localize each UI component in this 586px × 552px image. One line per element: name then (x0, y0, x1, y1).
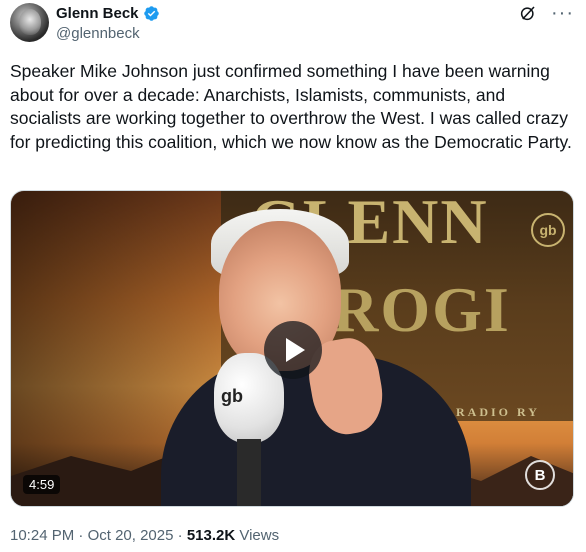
play-icon (286, 338, 305, 362)
views-label: Views (239, 527, 280, 544)
verified-badge-icon (143, 6, 159, 21)
author-display-name[interactable]: Glenn Beck (56, 5, 139, 22)
author-name-row: Glenn Beck (56, 5, 160, 22)
channel-watermark-icon: B (525, 460, 555, 490)
microphone-logo: gb (221, 386, 243, 406)
post-time[interactable]: 10:24 PM (10, 527, 74, 544)
video-duration: 4:59 (23, 475, 61, 494)
grok-icon[interactable] (519, 4, 537, 22)
top-actions: ··· (519, 3, 574, 23)
video-player[interactable]: GLENN PROGI RADIO RY gb gb 4:59 B (10, 190, 574, 507)
play-button[interactable] (264, 321, 322, 379)
more-options-icon[interactable]: ··· (551, 3, 574, 23)
tweet-card: Glenn Beck @glennbeck ··· Speaker Mike J… (0, 0, 586, 552)
banner-subtext: RADIO RY (456, 405, 540, 419)
meta-separator: · (177, 527, 183, 544)
author-handle[interactable]: @glennbeck (56, 25, 140, 42)
microphone-stand (237, 439, 261, 506)
post-date[interactable]: Oct 20, 2025 (88, 527, 174, 544)
meta-separator: · (78, 527, 84, 544)
banner-logo-icon: gb (531, 213, 565, 247)
tweet-meta: 10:24 PM · Oct 20, 2025 · 513.2K Views (10, 527, 279, 544)
tweet-text: Speaker Mike Johnson just confirmed some… (10, 61, 572, 152)
views-count[interactable]: 513.2K (187, 527, 235, 544)
author-avatar[interactable] (10, 3, 49, 42)
